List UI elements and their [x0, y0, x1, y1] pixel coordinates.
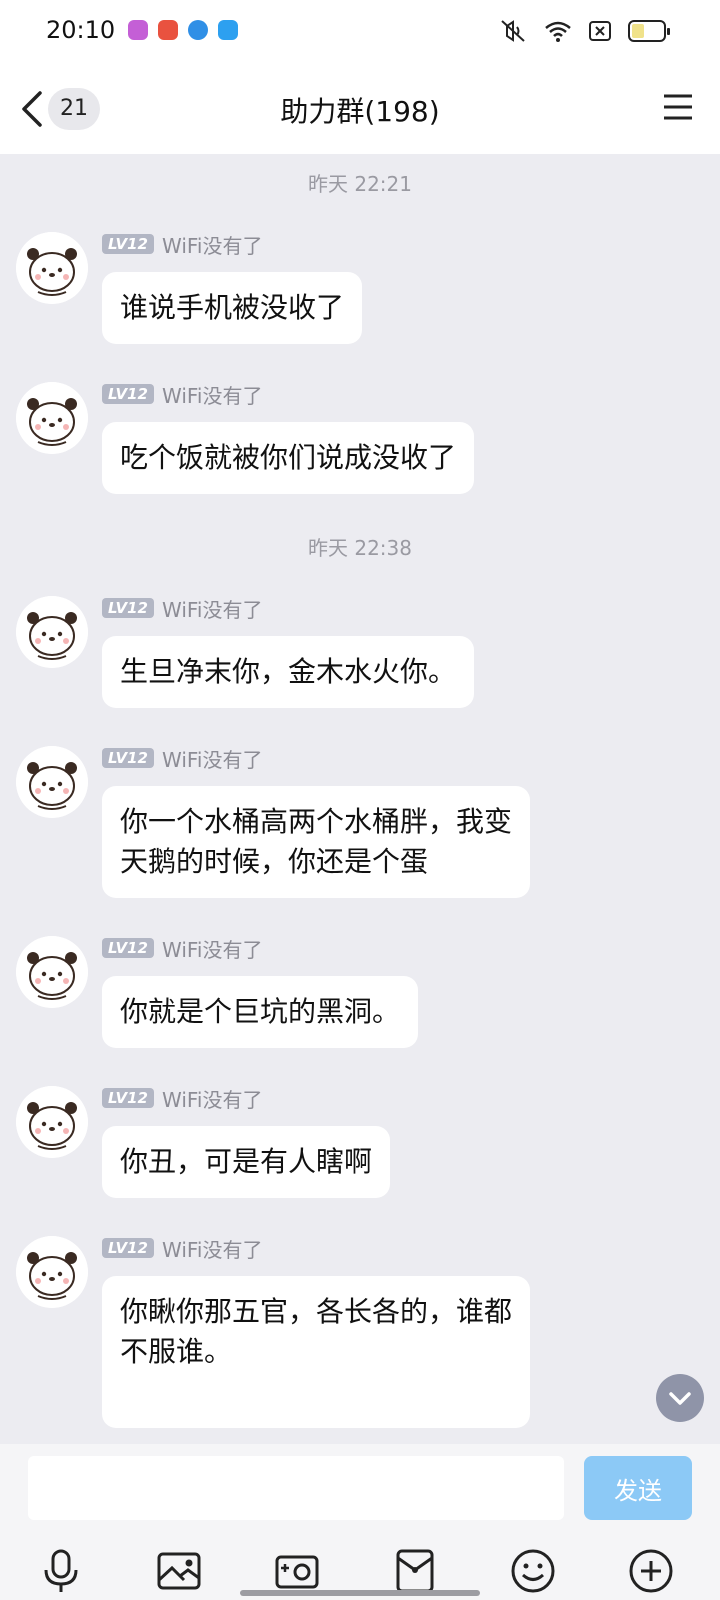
avatar[interactable] — [16, 232, 88, 304]
message-text-line: 吃个饭就被你们说成没收了 — [120, 441, 457, 474]
level-badge: LV12 — [102, 234, 154, 254]
time-separator: 昨天 22:21 — [308, 172, 412, 196]
sender-name[interactable]: WiFi没有了 — [162, 1234, 263, 1263]
app-notification-icon — [218, 20, 238, 40]
sender-name[interactable]: WiFi没有了 — [162, 230, 263, 259]
home-indicator[interactable] — [240, 1590, 480, 1596]
level-badge: LV12 — [102, 598, 154, 618]
message-bubble[interactable]: 生旦净末你，金木水火你。 — [102, 636, 475, 708]
composer: 发送 — [0, 1444, 720, 1600]
avatar[interactable] — [16, 1086, 88, 1158]
message-input[interactable] — [28, 1456, 564, 1520]
message-text-line: 不服谁。 — [120, 1335, 233, 1368]
chat-header: 21 助力群(198) — [0, 64, 720, 154]
sender-name[interactable]: WiFi没有了 — [162, 934, 263, 963]
wifi-icon — [545, 21, 571, 42]
message-text-line: 谁说手机被没收了 — [120, 291, 345, 324]
message-meta: LV12 WiFi没有了 — [102, 380, 263, 409]
emoji-icon[interactable] — [508, 1546, 558, 1596]
message-meta: LV12 WiFi没有了 — [102, 594, 263, 623]
message-meta: LV12 WiFi没有了 — [102, 744, 263, 773]
plus-icon[interactable] — [626, 1546, 676, 1596]
group-title: 助力群(198) — [280, 95, 440, 128]
sender-name[interactable]: WiFi没有了 — [162, 380, 263, 409]
status-bar: 20:10 — [0, 0, 720, 64]
mute-icon — [501, 20, 525, 42]
avatar[interactable] — [16, 936, 88, 1008]
message-list[interactable]: 昨天 22:21 昨天 22:38 LV12 WiFi没有了 谁说手机被没收了 … — [0, 154, 720, 1444]
message-text-line: 你丑，可是有人瞎啊 — [120, 1145, 373, 1178]
image-icon[interactable] — [154, 1546, 204, 1596]
message-text-line: 你瞅你那五官，各长各的，谁都 — [120, 1295, 513, 1328]
message-bubble[interactable]: 你就是个巨坑的黑洞。 — [102, 976, 419, 1048]
message-meta: LV12 WiFi没有了 — [102, 1234, 263, 1263]
status-indicators — [498, 18, 670, 44]
level-badge: LV12 — [102, 384, 154, 404]
message-text-line: 天鹅的时候，你还是个蛋 — [120, 845, 429, 878]
message-meta: LV12 WiFi没有了 — [102, 230, 263, 259]
sender-name[interactable]: WiFi没有了 — [162, 744, 263, 773]
avatar[interactable] — [16, 746, 88, 818]
red-packet-icon[interactable] — [390, 1546, 440, 1596]
sender-name[interactable]: WiFi没有了 — [162, 1084, 263, 1113]
message-bubble[interactable]: 谁说手机被没收了 — [102, 272, 363, 344]
level-badge: LV12 — [102, 1088, 154, 1108]
app-notification-icon — [158, 20, 178, 40]
status-app-icons — [128, 20, 238, 40]
no-sim-icon — [589, 21, 611, 41]
microphone-icon[interactable] — [36, 1546, 86, 1596]
message-bubble[interactable]: 你丑，可是有人瞎啊 — [102, 1126, 391, 1198]
send-button[interactable]: 发送 — [584, 1456, 692, 1520]
message-meta: LV12 WiFi没有了 — [102, 934, 263, 963]
scroll-to-bottom-button[interactable] — [656, 1374, 704, 1422]
level-badge: LV12 — [102, 938, 154, 958]
status-time: 20:10 — [46, 16, 116, 44]
app-notification-icon — [128, 20, 148, 40]
time-separator: 昨天 22:38 — [308, 536, 412, 560]
composer-toolbar — [0, 1546, 720, 1596]
message-bubble[interactable]: 你一个水桶高两个水桶胖，我变 天鹅的时候，你还是个蛋 — [102, 786, 531, 898]
camera-icon[interactable] — [272, 1546, 322, 1596]
avatar[interactable] — [16, 1236, 88, 1308]
message-meta: LV12 WiFi没有了 — [102, 1084, 263, 1113]
chevron-down-icon — [669, 1392, 691, 1405]
message-text-line: 生旦净末你，金木水火你。 — [120, 655, 457, 688]
battery-icon — [628, 20, 670, 42]
message-text-line: 你就是个巨坑的黑洞。 — [120, 995, 401, 1028]
message-text-line: 你一个水桶高两个水桶胖，我变 — [120, 805, 513, 838]
sender-name[interactable]: WiFi没有了 — [162, 594, 263, 623]
menu-icon[interactable] — [662, 92, 694, 122]
avatar[interactable] — [16, 596, 88, 668]
avatar[interactable] — [16, 382, 88, 454]
level-badge: LV12 — [102, 1238, 154, 1258]
level-badge: LV12 — [102, 748, 154, 768]
app-notification-icon — [188, 20, 208, 40]
message-bubble[interactable]: 吃个饭就被你们说成没收了 — [102, 422, 475, 494]
message-bubble[interactable]: 你瞅你那五官，各长各的，谁都 不服谁。 — [102, 1276, 531, 1428]
